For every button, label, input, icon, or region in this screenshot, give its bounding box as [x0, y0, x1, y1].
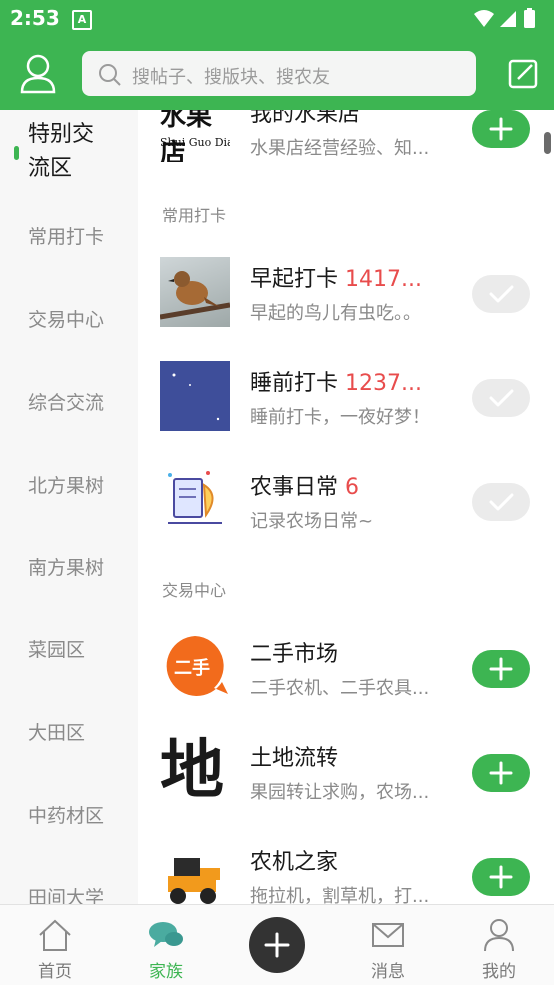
sidebar-item-herbs[interactable]: 中药材区 [28, 801, 104, 828]
list-item[interactable]: 早起打卡 1417... 早起的鸟儿有虫吃。。 [160, 257, 540, 329]
chat-bubbles-icon [148, 917, 184, 953]
person-icon [481, 917, 517, 953]
scrollbar[interactable] [544, 132, 551, 154]
home-icon [37, 917, 73, 953]
list-item[interactable]: 农事日常 6 记录农场日常~ [160, 465, 540, 537]
tab-label: 我的 [482, 962, 516, 982]
forum-title: 农机之家 [250, 850, 339, 875]
compose-icon[interactable] [508, 59, 538, 89]
forum-title: 早起打卡 1417... [250, 267, 422, 292]
search-icon [98, 63, 122, 91]
sidebar-item-general[interactable]: 综合交流 [28, 388, 104, 415]
tab-messages[interactable]: 消息 [333, 905, 443, 985]
sidebar-item-vegetable[interactable]: 菜园区 [28, 635, 85, 662]
tab-label: 首页 [38, 962, 72, 982]
active-indicator [14, 146, 19, 160]
tab-label: 家族 [149, 962, 183, 982]
forum-desc: 水果店经营经验、知... [250, 138, 430, 159]
post-count: 6 [345, 475, 360, 500]
forum-desc: 早起的鸟儿有虫吃。。 [250, 303, 421, 324]
forum-desc: 二手农机、二手农具... [250, 678, 430, 699]
list-item[interactable]: 农机之家 拖拉机，割草机，打... [160, 840, 540, 904]
tab-label: 消息 [371, 962, 405, 982]
checked-in-button[interactable] [472, 379, 530, 417]
join-button[interactable] [472, 110, 530, 148]
forum-title: 睡前打卡 1237... [250, 371, 422, 396]
machinery-thumbnail [160, 840, 230, 904]
user-icon[interactable] [20, 54, 56, 94]
category-sidebar: 特别交 流区 常用打卡 交易中心 综合交流 北方果树 南方果树 菜园区 大田区 … [0, 110, 138, 904]
forum-title: 我的水果店 [250, 110, 361, 127]
forum-title: 农事日常 6 [250, 475, 360, 500]
sidebar-item-trade[interactable]: 交易中心 [28, 305, 104, 332]
checked-in-button[interactable] [472, 275, 530, 313]
section-header-trade: 交易中心 [162, 581, 227, 600]
notification-icon: A [72, 10, 92, 30]
checked-in-button[interactable] [472, 483, 530, 521]
signal-icon [500, 11, 516, 27]
list-item[interactable]: 二手 二手市场 二手农机、二手农具... [160, 632, 540, 704]
join-button[interactable] [472, 754, 530, 792]
thumbnail-text-en: Shui Guo Dian [160, 136, 230, 149]
system-icons [472, 8, 544, 34]
thumbnail-text: 二手 [174, 658, 210, 679]
battery-icon [524, 10, 535, 28]
section-header-checkin: 常用打卡 [162, 206, 227, 225]
join-button[interactable] [472, 650, 530, 688]
forum-title: 二手市场 [250, 642, 339, 667]
sidebar-item-field[interactable]: 大田区 [28, 718, 85, 745]
plus-icon [264, 932, 290, 958]
sidebar-item-checkin[interactable]: 常用打卡 [28, 222, 104, 249]
list-item[interactable]: 水果店 Shui Guo Dian 我的水果店 水果店经营经验、知... [160, 110, 540, 164]
thumbnail-text: 地 [160, 736, 224, 806]
forum-title: 土地流转 [250, 746, 339, 771]
fruit-store-thumbnail: 水果店 Shui Guo Dian [160, 110, 230, 162]
list-item[interactable]: 地 土地流转 果园转让求购，农场... [160, 736, 540, 808]
notebook-thumbnail [160, 465, 230, 535]
sidebar-item-special[interactable]: 特别交 流区 [28, 118, 94, 186]
join-button[interactable] [472, 858, 530, 896]
sidebar-item-north-fruit[interactable]: 北方果树 [28, 471, 104, 498]
bird-thumbnail [160, 257, 230, 327]
status-bar: 2:53 A [0, 0, 554, 38]
status-time: 2:53 [10, 6, 60, 30]
search-placeholder: 搜帖子、搜版块、搜农友 [132, 67, 330, 88]
wifi-icon [474, 10, 494, 27]
bottom-tab-bar: 首页 家族 消息 我的 [0, 904, 554, 985]
forum-desc: 拖拉机，割草机，打... [250, 886, 430, 904]
forum-desc: 睡前打卡，一夜好梦！ [250, 407, 430, 428]
forum-desc: 记录农场日常~ [250, 511, 374, 532]
search-input[interactable]: 搜帖子、搜版块、搜农友 [82, 51, 476, 96]
moon-thumbnail [160, 361, 230, 431]
list-item[interactable]: 睡前打卡 1237... 睡前打卡，一夜好梦！ [160, 361, 540, 433]
top-header: 搜帖子、搜版块、搜农友 [0, 38, 554, 110]
tab-family[interactable]: 家族 [111, 905, 221, 985]
tab-profile[interactable]: 我的 [444, 905, 554, 985]
create-post-button[interactable] [249, 917, 305, 973]
secondhand-thumbnail: 二手 [160, 632, 230, 702]
forum-list: 水果店 Shui Guo Dian 我的水果店 水果店经营经验、知... 常用打… [138, 110, 554, 904]
land-thumbnail: 地 [160, 736, 230, 806]
tab-home[interactable]: 首页 [0, 905, 110, 985]
mail-icon [370, 917, 406, 953]
sidebar-item-south-fruit[interactable]: 南方果树 [28, 553, 104, 580]
forum-desc: 果园转让求购，农场... [250, 782, 430, 803]
post-count: 1417... [345, 267, 422, 292]
post-count: 1237... [345, 371, 422, 396]
sidebar-item-university[interactable]: 田间大学 [28, 883, 104, 904]
